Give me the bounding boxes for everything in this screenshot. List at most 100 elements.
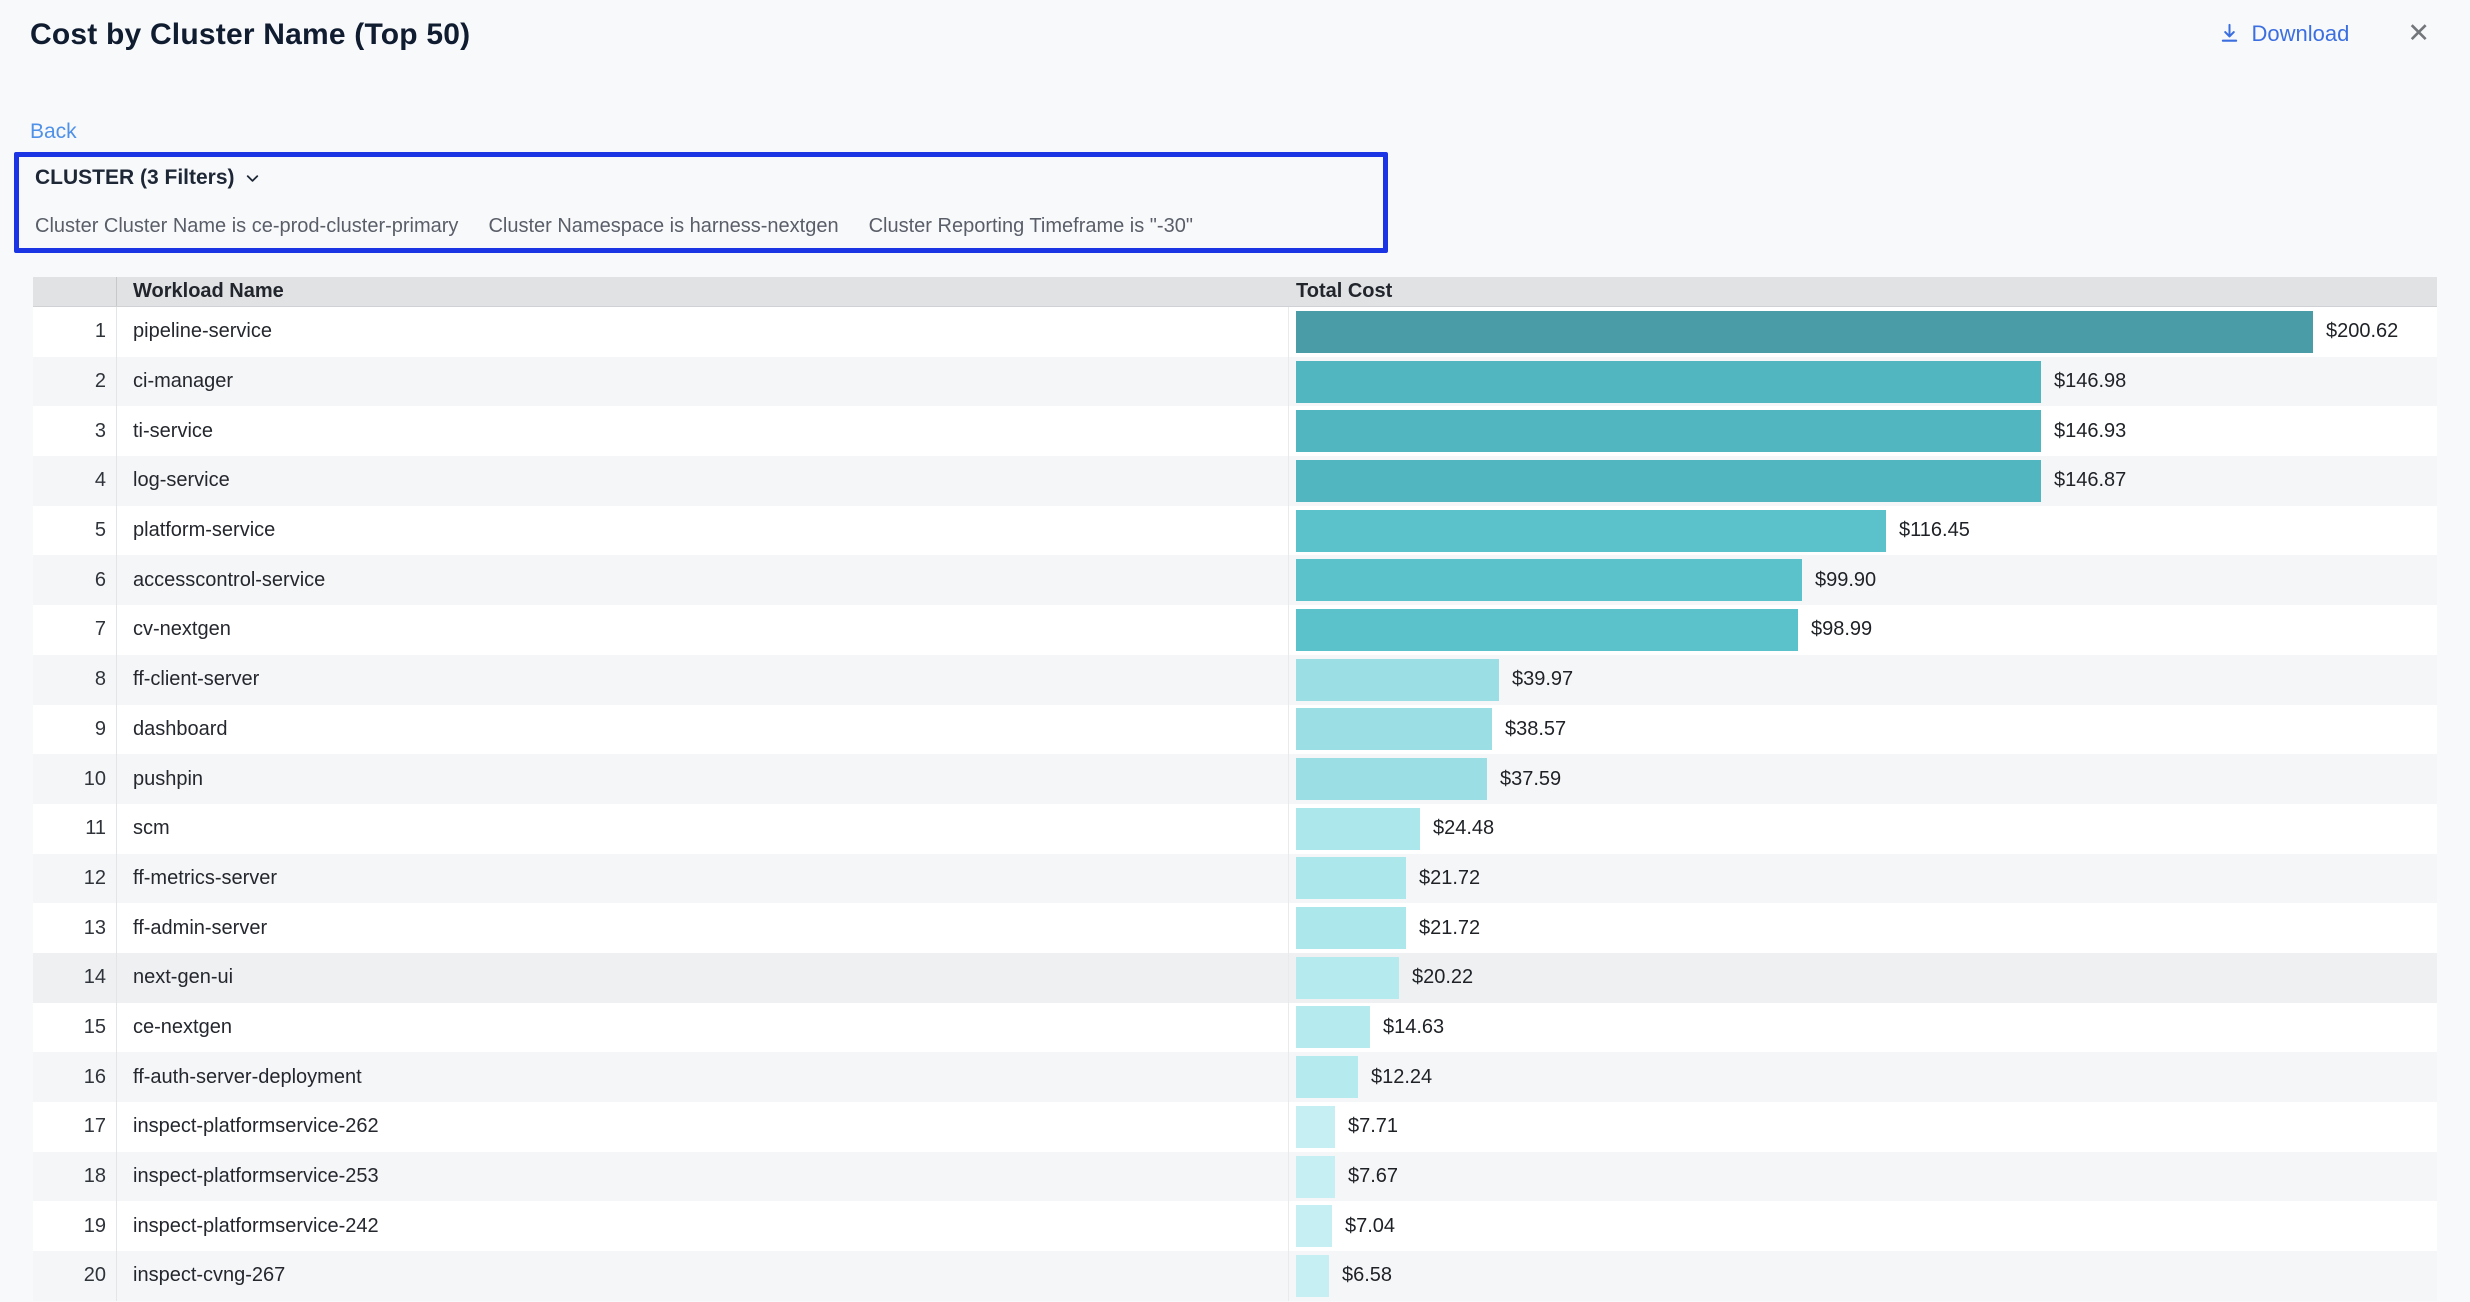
- cost-bar[interactable]: [1296, 609, 1798, 651]
- row-workload-name: pipeline-service: [117, 307, 1289, 357]
- cost-value: $6.58: [1342, 1264, 1392, 1287]
- row-cost-cell: $116.45: [1289, 506, 2437, 556]
- download-icon: [2218, 22, 2241, 45]
- row-workload-name: scm: [117, 804, 1289, 854]
- row-rank: 1: [33, 307, 117, 357]
- row-rank: 3: [33, 406, 117, 456]
- row-rank: 9: [33, 705, 117, 755]
- row-cost-cell: $12.24: [1289, 1052, 2437, 1102]
- table-row[interactable]: 12 ff-metrics-server $21.72: [33, 854, 2437, 904]
- row-workload-name: inspect-platformservice-253: [117, 1152, 1289, 1202]
- row-workload-name: cv-nextgen: [117, 605, 1289, 655]
- row-cost-cell: $200.62: [1289, 307, 2437, 357]
- row-cost-cell: $7.67: [1289, 1152, 2437, 1202]
- row-rank: 13: [33, 903, 117, 953]
- cost-bar[interactable]: [1296, 559, 1802, 601]
- table-row[interactable]: 5 platform-service $116.45: [33, 506, 2437, 556]
- cost-bar[interactable]: [1296, 410, 2041, 452]
- cost-bar[interactable]: [1296, 758, 1487, 800]
- row-rank: 11: [33, 804, 117, 854]
- row-rank: 6: [33, 555, 117, 605]
- table-row[interactable]: 3 ti-service $146.93: [33, 406, 2437, 456]
- applied-filters: Cluster Cluster Name is ce-prod-cluster-…: [35, 215, 1193, 238]
- row-workload-name: ff-auth-server-deployment: [117, 1052, 1289, 1102]
- table-row[interactable]: 18 inspect-platformservice-253 $7.67: [33, 1152, 2437, 1202]
- table-row[interactable]: 11 scm $24.48: [33, 804, 2437, 854]
- cost-bar[interactable]: [1296, 1006, 1370, 1048]
- table-row[interactable]: 20 inspect-cvng-267 $6.58: [33, 1251, 2437, 1301]
- row-workload-name: dashboard: [117, 705, 1289, 755]
- cost-value: $146.87: [2054, 469, 2126, 492]
- rank-column-header: [33, 277, 117, 306]
- close-icon[interactable]: ✕: [2407, 20, 2430, 47]
- download-button[interactable]: Download: [2218, 21, 2350, 47]
- download-label: Download: [2252, 21, 2350, 47]
- cost-bar[interactable]: [1296, 1106, 1335, 1148]
- table-row[interactable]: 19 inspect-platformservice-242 $7.04: [33, 1201, 2437, 1251]
- row-rank: 8: [33, 655, 117, 705]
- table-row[interactable]: 10 pushpin $37.59: [33, 754, 2437, 804]
- cost-bar[interactable]: [1296, 857, 1406, 899]
- row-workload-name: inspect-platformservice-262: [117, 1102, 1289, 1152]
- cost-bar[interactable]: [1296, 957, 1399, 999]
- table-row[interactable]: 1 pipeline-service $200.62: [33, 307, 2437, 357]
- cost-bar[interactable]: [1296, 311, 2313, 353]
- cost-value: $116.45: [1899, 519, 1970, 542]
- cost-value: $7.71: [1348, 1115, 1398, 1138]
- row-rank: 5: [33, 506, 117, 556]
- cost-value: $146.93: [2054, 420, 2126, 443]
- row-cost-cell: $146.98: [1289, 357, 2437, 407]
- cost-bar[interactable]: [1296, 1255, 1329, 1297]
- table-row[interactable]: 13 ff-admin-server $21.72: [33, 903, 2437, 953]
- row-workload-name: ff-admin-server: [117, 903, 1289, 953]
- table-row[interactable]: 8 ff-client-server $39.97: [33, 655, 2437, 705]
- cost-bar[interactable]: [1296, 1056, 1358, 1098]
- table-row[interactable]: 9 dashboard $38.57: [33, 705, 2437, 755]
- cost-bar[interactable]: [1296, 1205, 1332, 1247]
- row-rank: 18: [33, 1152, 117, 1202]
- cost-value: $38.57: [1505, 718, 1566, 741]
- table-row[interactable]: 2 ci-manager $146.98: [33, 357, 2437, 407]
- cost-by-cluster-panel: Cost by Cluster Name (Top 50) Download ✕…: [0, 0, 2470, 1302]
- cluster-filters-dropdown[interactable]: CLUSTER (3 Filters): [35, 166, 261, 190]
- row-rank: 20: [33, 1251, 117, 1301]
- table-row[interactable]: 15 ce-nextgen $14.63: [33, 1003, 2437, 1053]
- filter-highlight-box: CLUSTER (3 Filters) Cluster Cluster Name…: [14, 152, 1388, 253]
- row-rank: 7: [33, 605, 117, 655]
- table-row[interactable]: 14 next-gen-ui $20.22: [33, 953, 2437, 1003]
- row-workload-name: inspect-platformservice-242: [117, 1201, 1289, 1251]
- cost-bar[interactable]: [1296, 708, 1492, 750]
- cost-value: $39.97: [1512, 668, 1573, 691]
- row-cost-cell: $20.22: [1289, 953, 2437, 1003]
- row-rank: 4: [33, 456, 117, 506]
- cost-value: $20.22: [1412, 966, 1473, 989]
- row-workload-name: ff-metrics-server: [117, 854, 1289, 904]
- filter-reporting-timeframe: Cluster Reporting Timeframe is "-30": [869, 215, 1193, 238]
- back-link[interactable]: Back: [30, 120, 77, 144]
- cluster-filters-label: CLUSTER (3 Filters): [35, 166, 235, 190]
- row-cost-cell: $14.63: [1289, 1003, 2437, 1053]
- table-row[interactable]: 6 accesscontrol-service $99.90: [33, 555, 2437, 605]
- cost-bar[interactable]: [1296, 907, 1406, 949]
- cost-bar[interactable]: [1296, 1156, 1335, 1198]
- table-row[interactable]: 17 inspect-platformservice-262 $7.71: [33, 1102, 2437, 1152]
- cost-value: $146.98: [2054, 370, 2126, 393]
- cost-value: $37.59: [1500, 768, 1561, 791]
- cost-bar[interactable]: [1296, 659, 1499, 701]
- cost-bar[interactable]: [1296, 361, 2041, 403]
- table-row[interactable]: 4 log-service $146.87: [33, 456, 2437, 506]
- table-row[interactable]: 16 ff-auth-server-deployment $12.24: [33, 1052, 2437, 1102]
- total-cost-column-header: Total Cost: [1289, 280, 2437, 303]
- cost-value: $21.72: [1419, 867, 1480, 890]
- table-header: Workload Name Total Cost: [33, 277, 2437, 307]
- row-cost-cell: $38.57: [1289, 705, 2437, 755]
- cost-bar[interactable]: [1296, 460, 2041, 502]
- cost-bar[interactable]: [1296, 808, 1420, 850]
- row-cost-cell: $146.93: [1289, 406, 2437, 456]
- row-workload-name: next-gen-ui: [117, 953, 1289, 1003]
- row-rank: 14: [33, 953, 117, 1003]
- row-workload-name: inspect-cvng-267: [117, 1251, 1289, 1301]
- table-row[interactable]: 7 cv-nextgen $98.99: [33, 605, 2437, 655]
- cost-bar[interactable]: [1296, 510, 1886, 552]
- cost-value: $7.04: [1345, 1215, 1395, 1238]
